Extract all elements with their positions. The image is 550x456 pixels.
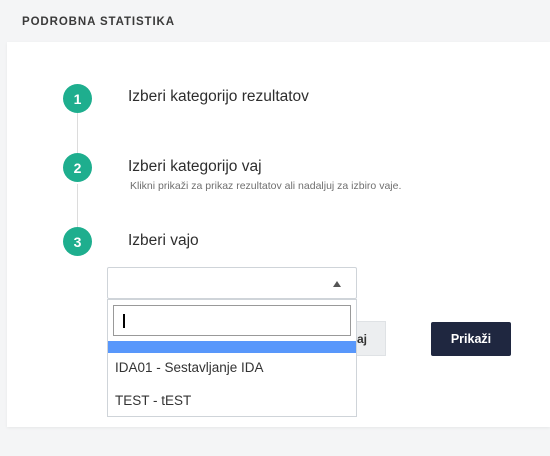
dropdown-search-input[interactable] [113,305,351,336]
exercise-dropdown[interactable]: IDA01 - Sestavljanje IDA TEST - tEST [107,299,357,417]
exercise-select[interactable] [107,267,357,299]
dropdown-highlighted-option[interactable] [108,341,356,353]
section-title: PODROBNA STATISTIKA [22,16,175,28]
step-connector [77,184,78,227]
step-3-title[interactable]: Izberi vajo [128,232,199,250]
step-2-title[interactable]: Izberi kategorijo vaj [128,158,262,176]
text-caret [123,314,125,328]
step-1-title[interactable]: Izberi kategorijo rezultatov [128,88,309,106]
chevron-up-icon[interactable] [333,281,341,287]
step-2-hint: Klikni prikaži za prikaz rezultatov ali … [130,180,402,192]
continue-button-label: aj [357,331,368,346]
dropdown-option[interactable]: IDA01 - Sestavljanje IDA [115,360,264,375]
continue-button[interactable]: aj [356,321,386,356]
step-1-badge: 1 [63,84,92,113]
step-2-badge: 2 [63,153,92,182]
show-button[interactable]: Prikaži [431,322,511,356]
dropdown-option[interactable]: TEST - tEST [115,393,191,408]
step-3-badge: 3 [63,227,92,256]
step-connector [77,113,78,156]
